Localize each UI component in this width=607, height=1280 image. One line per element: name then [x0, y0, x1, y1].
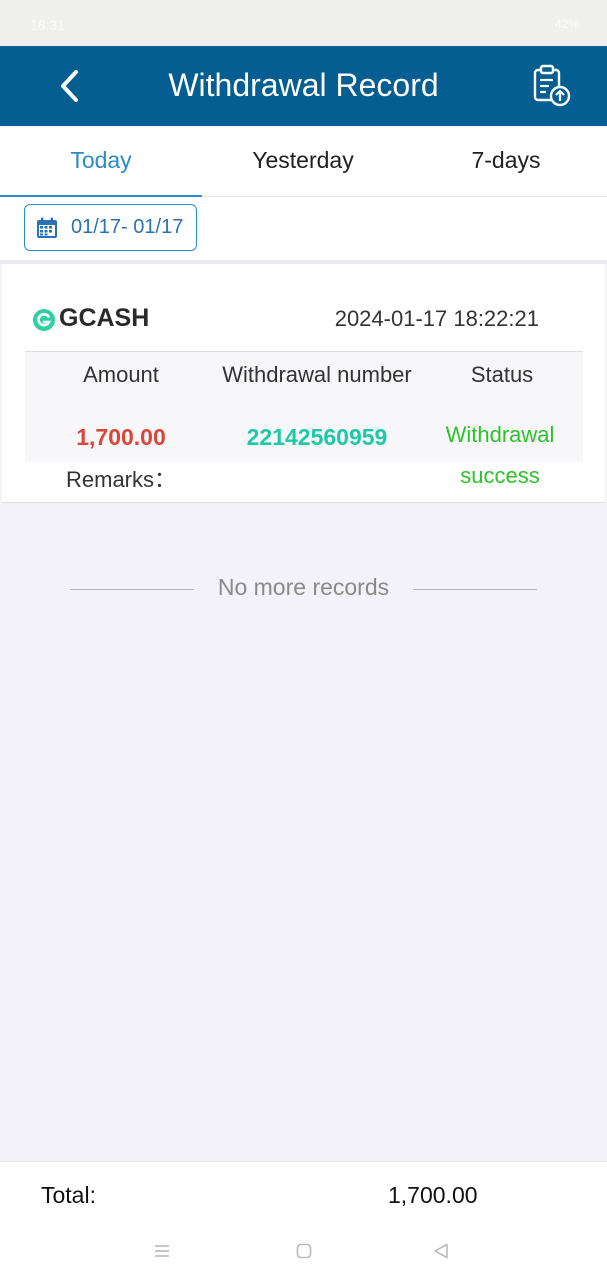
page-title: Withdrawal Record [168, 67, 439, 103]
tab-yesterday[interactable]: Yesterday [202, 126, 404, 197]
date-filter-tabs: Today Yesterday 7-days [0, 126, 607, 198]
withdrawal-record-card[interactable]: GCASH 2024-01-17 18:22:21 Amount Withdra… [2, 264, 605, 503]
divider-line-right [413, 589, 537, 590]
export-records-button[interactable] [531, 64, 573, 108]
tab-label: 7-days [471, 147, 541, 173]
home-icon[interactable] [295, 1242, 313, 1260]
total-label: Total: [41, 1182, 96, 1208]
gcash-logo-icon [33, 309, 55, 331]
app-header: Withdrawal Record [0, 46, 607, 126]
record-withdrawal-number: 22142560959 [246, 424, 388, 450]
tab-label: Today [70, 147, 132, 173]
tab-today[interactable]: Today [0, 126, 202, 198]
end-of-list-indicator: No more records [0, 574, 607, 604]
record-datetime: 2024-01-17 18:22:21 [334, 306, 539, 331]
column-header-amount: Amount [83, 362, 159, 387]
total-value: 1,700.00 [388, 1182, 478, 1208]
clipboard-upload-icon [533, 64, 571, 107]
record-remarks-label: Remarks： [66, 467, 177, 492]
system-back-icon[interactable] [432, 1242, 450, 1260]
tab-label: Yesterday [252, 147, 354, 173]
calendar-icon [37, 217, 57, 238]
status-indicators: 42% [554, 17, 579, 31]
status-bar: 18:31 42% [0, 0, 607, 46]
column-header-withdrawal-number: Withdrawal number [222, 362, 412, 387]
column-header-status: Status [470, 362, 534, 387]
total-footer: Total: 1,700.00 [0, 1161, 607, 1280]
status-time: 18:31 [30, 17, 66, 33]
record-amount: 1,700.00 [76, 424, 166, 450]
payment-method-name: GCASH [59, 304, 150, 332]
date-range-bar: 01/17- 01/17 [0, 197, 607, 260]
recent-apps-icon[interactable] [153, 1242, 171, 1260]
system-navigation-bar [0, 1232, 607, 1280]
no-more-records-text: No more records [217, 574, 390, 600]
tab-7-days[interactable]: 7-days [405, 126, 607, 197]
date-range-label: 01/17- 01/17 [71, 216, 184, 238]
record-status-line1: Withdrawal [445, 422, 555, 447]
record-status-line2: success [460, 463, 540, 488]
date-range-picker[interactable]: 01/17- 01/17 [24, 204, 197, 251]
